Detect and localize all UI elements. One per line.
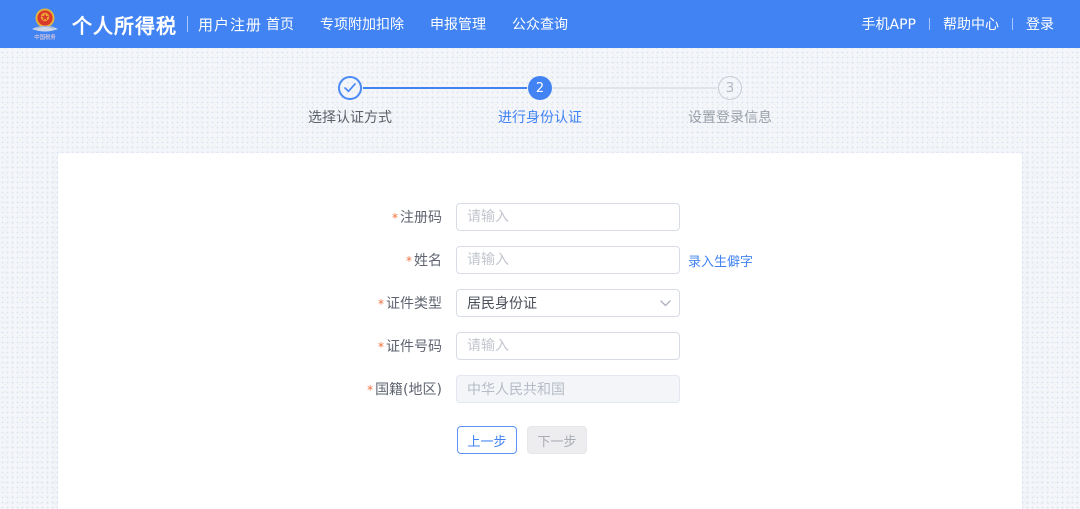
field-label: *姓名: [58, 250, 456, 270]
logo-caption: 中国税务: [34, 35, 56, 40]
form-row-name: *姓名 录入生僻字: [58, 246, 1022, 274]
field-label: *证件类型: [58, 293, 456, 313]
step-2-label: 进行身份认证: [498, 107, 582, 127]
previous-step-button[interactable]: 上一步: [457, 426, 517, 454]
field-control: 居民身份证: [456, 289, 680, 317]
header-divider: [1012, 18, 1013, 30]
name-input[interactable]: [456, 246, 680, 274]
form-row-id-type: *证件类型 居民身份证: [58, 289, 1022, 317]
page-subtitle: 用户注册: [198, 14, 262, 35]
field-label: *证件号码: [58, 336, 456, 356]
next-step-button[interactable]: 下一步: [527, 426, 587, 454]
tax-emblem-logo: 中国税务: [26, 7, 64, 41]
registration-stepper: 2 3 选择认证方式 进行身份认证 设置登录信息: [338, 76, 742, 120]
nav-item-public-inquiry[interactable]: 公众查询: [512, 14, 568, 34]
field-control: [456, 375, 680, 403]
brand-divider: [187, 16, 188, 32]
step-2-number: 2: [536, 81, 544, 96]
stepper-connector-pending: [553, 87, 717, 89]
stepper-connector-done: [363, 87, 527, 89]
field-label: *国籍(地区): [58, 379, 456, 399]
main-nav: 首页 专项附加扣除 申报管理 公众查询: [266, 0, 568, 48]
field-control: [456, 246, 680, 274]
required-mark: *: [392, 211, 398, 225]
field-label-text: 国籍(地区): [375, 382, 442, 398]
step-3-number: 3: [726, 81, 734, 96]
field-control: [456, 332, 680, 360]
check-icon: [344, 83, 356, 93]
form-buttons: 上一步 下一步: [457, 426, 1022, 454]
id-type-select[interactable]: 居民身份证: [456, 289, 680, 317]
required-mark: *: [406, 254, 412, 268]
mobile-app-link[interactable]: 手机APP: [862, 14, 916, 34]
required-mark: *: [378, 297, 384, 311]
form-row-id-number: *证件号码: [58, 332, 1022, 360]
app-title: 个人所得税: [72, 10, 177, 39]
step-3-label: 设置登录信息: [688, 107, 772, 127]
step-1-marker: [338, 76, 362, 100]
id-type-selected-value: 居民身份证: [467, 293, 537, 313]
step-2-marker: 2: [528, 76, 552, 100]
identity-form: *注册码 *姓名 录入生僻字 *证件类型 居民身份证: [58, 153, 1022, 454]
field-label-text: 证件类型: [386, 296, 442, 312]
chevron-down-icon: [660, 300, 671, 307]
required-mark: *: [367, 383, 373, 397]
field-label-text: 姓名: [414, 253, 442, 269]
field-label: *注册码: [58, 207, 456, 227]
help-center-link[interactable]: 帮助中心: [943, 14, 999, 34]
step-3-marker: 3: [718, 76, 742, 100]
field-label-text: 证件号码: [386, 339, 442, 355]
top-navbar: 中国税务 个人所得税 用户注册 首页 专项附加扣除 申报管理 公众查询 手机AP…: [0, 0, 1080, 48]
brand: 中国税务 个人所得税 用户注册: [26, 7, 262, 41]
identity-verification-card: *注册码 *姓名 录入生僻字 *证件类型 居民身份证: [58, 153, 1022, 509]
rare-character-entry-link[interactable]: 录入生僻字: [688, 251, 753, 270]
required-mark: *: [378, 340, 384, 354]
header-divider: [929, 18, 930, 30]
registration-code-input[interactable]: [456, 203, 680, 231]
form-row-registration-code: *注册码: [58, 203, 1022, 231]
step-1-label: 选择认证方式: [308, 107, 392, 127]
header-actions: 手机APP 帮助中心 登录: [862, 0, 1054, 48]
field-label-text: 注册码: [400, 210, 442, 226]
national-emblem-icon: [30, 7, 60, 35]
nav-item-home[interactable]: 首页: [266, 14, 294, 34]
form-row-nationality: *国籍(地区): [58, 375, 1022, 403]
login-link[interactable]: 登录: [1026, 14, 1054, 34]
nav-item-special-deductions[interactable]: 专项附加扣除: [320, 14, 404, 34]
field-control: [456, 203, 680, 231]
nationality-input: [456, 375, 680, 403]
nav-item-declaration-management[interactable]: 申报管理: [430, 14, 486, 34]
id-number-input[interactable]: [456, 332, 680, 360]
